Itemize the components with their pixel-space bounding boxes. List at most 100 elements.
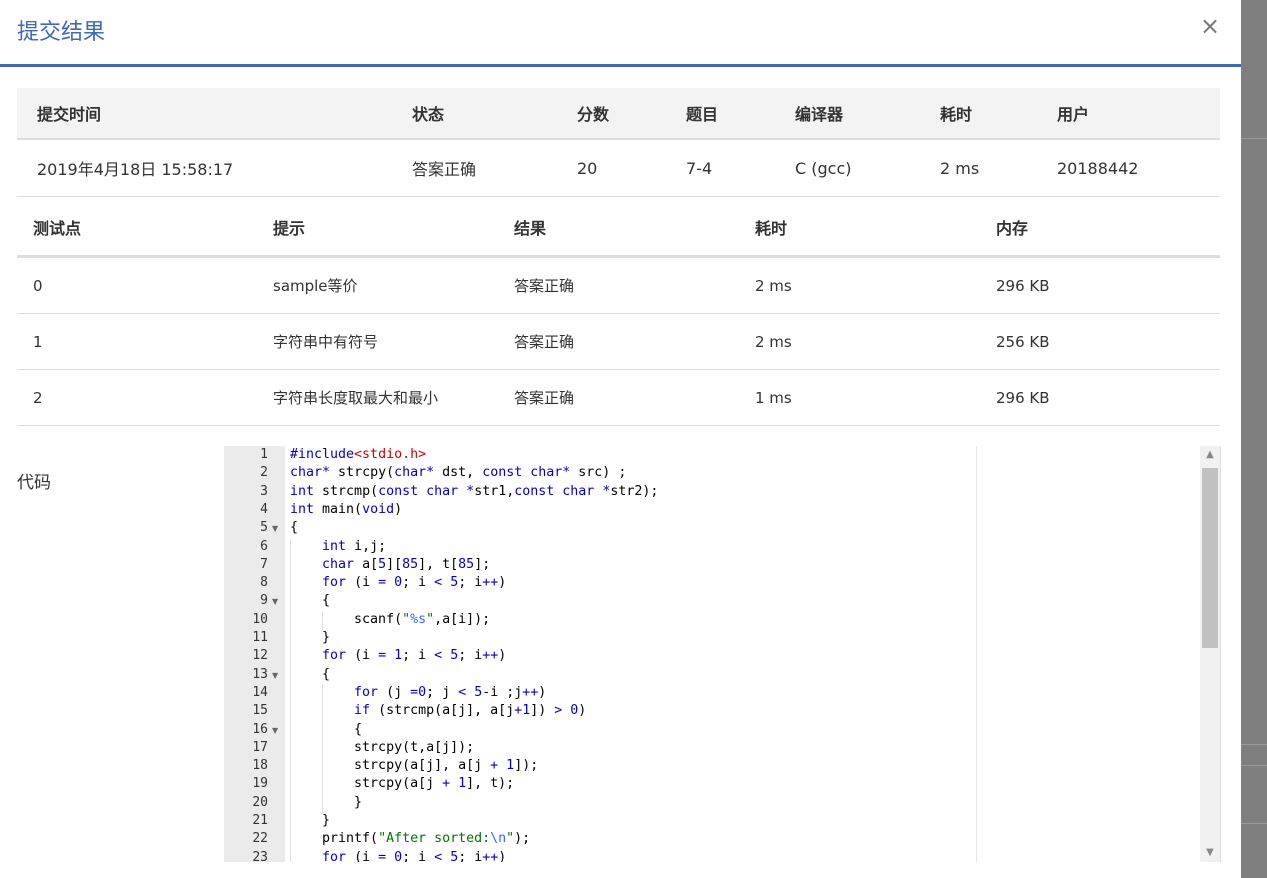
- line-number: 7: [260, 556, 268, 572]
- col-memory: 内存: [996, 199, 1220, 258]
- code-line: strcpy(a[j], a[j + 1]);: [290, 758, 539, 774]
- test-memory: 256 KB: [996, 313, 1220, 370]
- col-compiler: 编译器: [795, 88, 940, 140]
- code-line: for (i = 0; i < 5; i++): [322, 575, 507, 591]
- line-number: 15: [252, 703, 268, 719]
- summary-row: 2019年4月18日 15:58:17 答案正确 20 7-4 C (gcc) …: [17, 139, 1220, 197]
- col-test-point: 测试点: [17, 199, 273, 258]
- background-divider: [1241, 823, 1267, 824]
- code-line: for (i = 0; i < 5; i++): [322, 849, 507, 862]
- print-margin: [976, 446, 977, 862]
- code-line: #include<stdio.h>: [290, 447, 427, 462]
- indent-guide: [322, 684, 324, 813]
- code-line: for (j =0; j < 5-i ;j++): [354, 684, 547, 700]
- col-score: 分数: [577, 88, 686, 140]
- test-result: 答案正确: [514, 313, 755, 370]
- code-line: int strcmp(const char *str1,const char *…: [290, 483, 659, 499]
- col-duration: 耗时: [940, 88, 1057, 140]
- dialog-title: 提交结果: [17, 20, 106, 45]
- test-result: 答案正确: [514, 256, 755, 314]
- col-result: 结果: [514, 199, 755, 258]
- line-number: 6: [260, 538, 268, 554]
- background-overlay: [1241, 0, 1267, 878]
- fold-arrow-icon[interactable]: ▼: [272, 597, 278, 606]
- table-row: 1 字符串中有符号 答案正确 2 ms 256 KB: [17, 313, 1220, 370]
- line-number: 2: [260, 465, 268, 481]
- table-row: 0 sample等价 答案正确 2 ms 296 KB: [17, 256, 1220, 314]
- submission-result-dialog: 提交结果 × 提交时间 状态 分数 题目 编译器 耗时 用户 2019年4月18…: [0, 0, 1241, 878]
- line-number: 14: [252, 684, 268, 700]
- line-number: 12: [252, 648, 268, 664]
- test-hint: 字符串中有符号: [273, 313, 514, 370]
- code-editor[interactable]: 1 2 3 4 5 ▼ 6 7 8 9 ▼ 10 11 12 13 ▼ 14 15 16 ▼ 17 18 19 20 21 22 2…: [224, 446, 1221, 862]
- summary-header-row: 提交时间 状态 分数 题目 编译器 耗时 用户: [17, 88, 1220, 140]
- code-label: 代码: [17, 473, 51, 493]
- test-memory: 296 KB: [996, 369, 1220, 426]
- table-row: 2 字符串长度取最大和最小 答案正确 1 ms 296 KB: [17, 369, 1220, 426]
- test-time: 1 ms: [755, 369, 996, 426]
- line-number: 19: [252, 776, 268, 792]
- code-line: int main(void): [290, 501, 403, 517]
- scroll-up-icon[interactable]: ▲: [1200, 446, 1220, 464]
- code-line: char* strcpy(char* dst, const char* src)…: [290, 465, 627, 481]
- code-line: {: [290, 520, 299, 536]
- duration-value: 2 ms: [940, 139, 1057, 197]
- col-status: 状态: [412, 88, 577, 140]
- indent-guide: [322, 611, 324, 630]
- submit-time: 2019年4月18日 15:58:17: [17, 139, 412, 197]
- scrollbar-thumb[interactable]: [1202, 468, 1218, 648]
- editor-gutter: 1 2 3 4 5 ▼ 6 7 8 9 ▼ 10 11 12 13 ▼ 14 15 16 ▼ 17 18 19 20 21 22 2…: [224, 446, 285, 862]
- code-line: for (i = 1; i < 5; i++): [322, 648, 507, 664]
- line-number: 9: [260, 593, 268, 609]
- code-line: }: [290, 794, 363, 810]
- test-hint: 字符串长度取最大和最小: [273, 369, 514, 426]
- compiler-value: C (gcc): [795, 139, 940, 197]
- test-hint: sample等价: [273, 256, 514, 314]
- problem-link[interactable]: 7-4: [686, 139, 795, 197]
- col-hint: 提示: [273, 199, 514, 258]
- code-line: }: [290, 630, 331, 645]
- background-divider: [1241, 138, 1267, 139]
- background-divider: [1241, 744, 1267, 745]
- code-line: {: [290, 666, 331, 682]
- code-line: if (strcmp(a[j], a[j+1]) > 0): [354, 703, 587, 719]
- line-number: 21: [252, 813, 268, 828]
- indent-guide: [290, 538, 291, 862]
- line-number: 1: [260, 447, 268, 462]
- test-time: 2 ms: [755, 256, 996, 314]
- line-number: 4: [260, 501, 268, 517]
- status-badge: 答案正确: [412, 139, 577, 197]
- code-area[interactable]: #include<stdio.h> char* strcpy(char* dst,…: [290, 446, 976, 862]
- code-line: strcpy(a[j + 1], t);: [290, 776, 515, 792]
- code-line: scanf("%s",a[i]);: [290, 611, 491, 627]
- code-line: strcpy(t,a[j]);: [290, 739, 475, 755]
- line-number: 20: [252, 794, 268, 810]
- close-icon[interactable]: ×: [1198, 12, 1222, 40]
- code-line: {: [290, 593, 331, 609]
- submission-summary-table: 提交时间 状态 分数 题目 编译器 耗时 用户 2019年4月18日 15:58…: [17, 88, 1220, 197]
- line-number: 5: [260, 520, 268, 536]
- test-result: 答案正确: [514, 369, 755, 426]
- col-user: 用户: [1057, 88, 1220, 140]
- line-number: 17: [252, 739, 268, 755]
- fold-arrow-icon[interactable]: ▼: [272, 524, 278, 533]
- code-line: }: [290, 813, 331, 828]
- line-number: 3: [260, 483, 268, 499]
- dialog-header: 提交结果 ×: [0, 0, 1241, 67]
- test-memory: 296 KB: [996, 256, 1220, 314]
- test-time: 2 ms: [755, 313, 996, 370]
- code-line: printf("After sorted:\n");: [290, 831, 531, 847]
- test-id: 2: [17, 369, 273, 426]
- code-line: int i,j;: [322, 538, 387, 554]
- background-divider: [1241, 765, 1267, 766]
- col-problem: 题目: [686, 88, 795, 140]
- tests-header-row: 测试点 提示 结果 耗时 内存: [17, 199, 1220, 258]
- fold-arrow-icon[interactable]: ▼: [272, 671, 278, 680]
- code-line: {: [290, 721, 363, 737]
- editor-scrollbar[interactable]: ▲ ▼: [1200, 446, 1220, 862]
- line-number: 13: [252, 666, 268, 682]
- scroll-down-icon[interactable]: ▼: [1200, 844, 1220, 862]
- line-number: 8: [260, 575, 268, 591]
- fold-arrow-icon[interactable]: ▼: [272, 726, 278, 735]
- col-submit-time: 提交时间: [17, 88, 412, 140]
